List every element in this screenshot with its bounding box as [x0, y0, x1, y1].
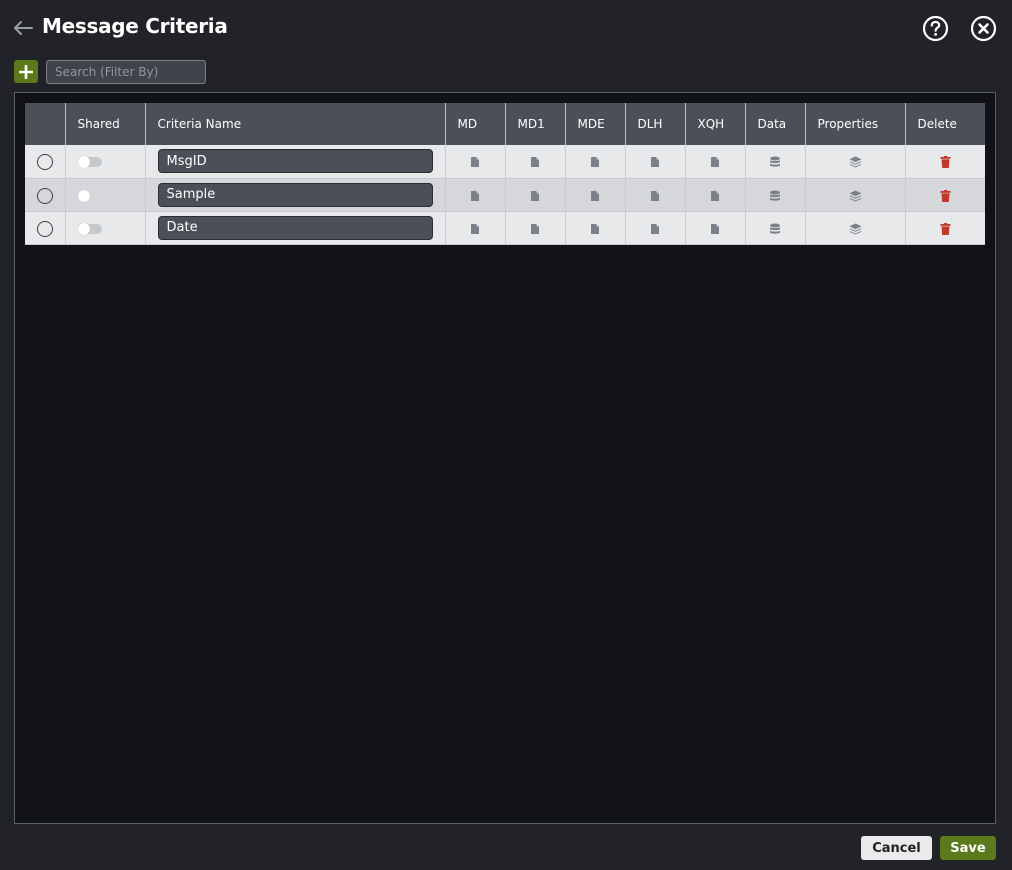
delete-trash-icon[interactable]	[940, 152, 951, 171]
select-cell	[25, 178, 66, 212]
icon-cell	[625, 145, 686, 179]
criteria-panel: Shared Criteria Name MD MD1 MDE DLH XQH Data Pro…	[14, 92, 996, 824]
md-file-icon[interactable]	[470, 218, 480, 237]
column-header: Data	[745, 103, 806, 145]
column-header: Properties	[805, 103, 906, 145]
shared-cell	[65, 178, 146, 212]
icon-cell	[565, 211, 626, 245]
mde-file-icon[interactable]	[590, 152, 600, 171]
icon-cell	[805, 211, 906, 245]
table-row: MsgID	[25, 145, 985, 179]
icon-cell	[905, 178, 985, 212]
dlh-file-icon[interactable]	[650, 152, 660, 171]
icon-cell	[685, 178, 746, 212]
criteria-name-cell: Date	[145, 211, 446, 245]
shared-toggle[interactable]	[77, 156, 102, 169]
help-icon[interactable]	[922, 15, 949, 42]
toggle-knob	[77, 222, 90, 235]
shared-toggle[interactable]	[77, 222, 102, 235]
data-database-icon[interactable]	[769, 218, 781, 237]
add-criteria-button[interactable]	[14, 60, 38, 83]
icon-cell	[805, 178, 906, 212]
icon-cell	[505, 211, 566, 245]
icon-cell	[445, 145, 506, 179]
icon-cell	[805, 145, 906, 179]
shared-toggle[interactable]	[77, 189, 102, 202]
dialog-header: Message Criteria	[0, 0, 1012, 58]
icon-cell	[565, 178, 626, 212]
mde-file-icon[interactable]	[590, 218, 600, 237]
xqh-file-icon[interactable]	[710, 185, 720, 204]
delete-trash-icon[interactable]	[940, 185, 951, 204]
dlh-file-icon[interactable]	[650, 185, 660, 204]
md-file-icon[interactable]	[470, 185, 480, 204]
mde-file-icon[interactable]	[590, 185, 600, 204]
column-header: Shared	[65, 103, 146, 145]
column-header: Delete	[905, 103, 985, 145]
xqh-file-icon[interactable]	[710, 152, 720, 171]
md1-file-icon[interactable]	[530, 152, 540, 171]
icon-cell	[565, 145, 626, 179]
properties-layers-icon[interactable]	[849, 185, 862, 204]
page-title: Message Criteria	[42, 14, 228, 38]
icon-cell	[445, 178, 506, 212]
criteria-name-field[interactable]: Sample	[157, 182, 433, 207]
criteria-name-field[interactable]: Date	[157, 215, 433, 240]
icon-cell	[745, 178, 806, 212]
row-select-radio[interactable]	[36, 154, 53, 171]
delete-trash-icon[interactable]	[940, 218, 951, 237]
icon-cell	[685, 211, 746, 245]
column-header: MD1	[505, 103, 566, 145]
plus-icon	[19, 64, 33, 79]
icon-cell	[685, 145, 746, 179]
column-header	[25, 103, 66, 145]
row-select-radio[interactable]	[36, 220, 53, 237]
column-header: Criteria Name	[145, 103, 446, 145]
criteria-name-cell: MsgID	[145, 145, 446, 179]
column-header: DLH	[625, 103, 686, 145]
md1-file-icon[interactable]	[530, 218, 540, 237]
properties-layers-icon[interactable]	[849, 218, 862, 237]
icon-cell	[445, 211, 506, 245]
icon-cell	[745, 211, 806, 245]
column-header: MDE	[565, 103, 626, 145]
icon-cell	[905, 211, 985, 245]
icon-cell	[905, 145, 985, 179]
column-header: XQH	[685, 103, 746, 145]
table-body: MsgID Sample Date	[25, 145, 985, 245]
toggle-knob	[77, 189, 90, 202]
icon-cell	[745, 145, 806, 179]
select-cell	[25, 211, 66, 245]
icon-cell	[505, 178, 566, 212]
back-arrow-icon[interactable]	[12, 18, 34, 38]
row-select-radio[interactable]	[36, 187, 53, 204]
icon-cell	[625, 178, 686, 212]
cancel-button[interactable]: Cancel	[861, 836, 932, 860]
md1-file-icon[interactable]	[530, 185, 540, 204]
shared-cell	[65, 145, 146, 179]
criteria-table: Shared Criteria Name MD MD1 MDE DLH XQH Data Pro…	[25, 103, 985, 245]
save-button[interactable]: Save	[940, 836, 996, 860]
column-header: MD	[445, 103, 506, 145]
icon-cell	[625, 211, 686, 245]
dlh-file-icon[interactable]	[650, 218, 660, 237]
search-input[interactable]	[46, 60, 206, 84]
table-header-row: Shared Criteria Name MD MD1 MDE DLH XQH Data Pro…	[25, 103, 985, 145]
icon-cell	[505, 145, 566, 179]
select-cell	[25, 145, 66, 179]
properties-layers-icon[interactable]	[849, 152, 862, 171]
shared-cell	[65, 211, 146, 245]
data-database-icon[interactable]	[769, 152, 781, 171]
md-file-icon[interactable]	[470, 152, 480, 171]
close-icon[interactable]	[970, 15, 997, 42]
criteria-name-field[interactable]: MsgID	[157, 149, 433, 174]
toggle-knob	[77, 156, 90, 169]
criteria-name-cell: Sample	[145, 178, 446, 212]
data-database-icon[interactable]	[769, 185, 781, 204]
table-row: Date	[25, 211, 985, 245]
xqh-file-icon[interactable]	[710, 218, 720, 237]
table-row: Sample	[25, 178, 985, 212]
